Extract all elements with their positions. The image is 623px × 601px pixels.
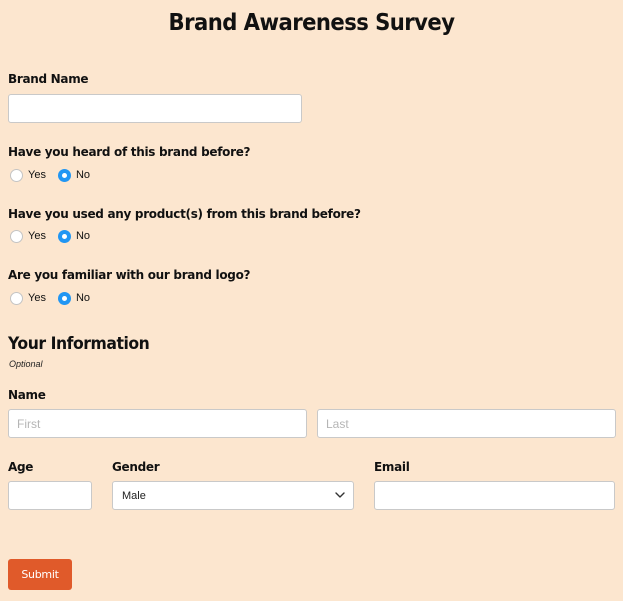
radio-unchecked-icon[interactable] bbox=[10, 291, 23, 305]
radio-label: Yes bbox=[28, 292, 46, 304]
survey-page: Brand Awareness Survey Brand Name Have y… bbox=[0, 0, 623, 601]
question-heard-label: Have you heard of this brand before? bbox=[8, 145, 251, 159]
age-input[interactable] bbox=[8, 481, 92, 510]
question-logo-label: Are you familiar with our brand logo? bbox=[8, 268, 251, 282]
chevron-down-icon bbox=[335, 492, 345, 498]
radio-label: Yes bbox=[28, 169, 46, 181]
first-name-input[interactable] bbox=[8, 409, 307, 438]
radio-unchecked-icon[interactable] bbox=[10, 229, 23, 243]
gender-select[interactable]: Male bbox=[112, 481, 354, 510]
question-used-label: Have you used any product(s) from this b… bbox=[8, 207, 361, 221]
email-input[interactable] bbox=[374, 481, 615, 510]
radio-logo-yes[interactable]: Yes bbox=[10, 291, 46, 305]
question-heard-options: Yes No bbox=[10, 168, 102, 182]
gender-label: Gender bbox=[112, 460, 160, 474]
radio-checked-icon[interactable] bbox=[57, 168, 71, 182]
radio-checked-icon[interactable] bbox=[57, 291, 71, 305]
question-used-options: Yes No bbox=[10, 229, 102, 243]
radio-label: No bbox=[75, 230, 91, 242]
radio-used-yes[interactable]: Yes bbox=[10, 229, 46, 243]
submit-button[interactable]: Submit bbox=[8, 559, 72, 590]
radio-label: No bbox=[75, 292, 91, 304]
section-title-your-information: Your Information bbox=[8, 334, 150, 354]
name-label: Name bbox=[8, 388, 46, 402]
brand-name-input[interactable] bbox=[8, 94, 302, 123]
page-title: Brand Awareness Survey bbox=[168, 10, 455, 36]
last-name-input[interactable] bbox=[317, 409, 616, 438]
radio-label: No bbox=[75, 169, 91, 181]
radio-logo-no[interactable]: No bbox=[57, 291, 91, 305]
gender-selected-value: Male bbox=[122, 489, 146, 502]
question-logo-options: Yes No bbox=[10, 291, 102, 305]
radio-label: Yes bbox=[28, 230, 46, 242]
age-label: Age bbox=[8, 460, 34, 474]
radio-used-no[interactable]: No bbox=[57, 229, 91, 243]
brand-name-label: Brand Name bbox=[8, 72, 89, 86]
email-label: Email bbox=[374, 460, 410, 474]
radio-heard-yes[interactable]: Yes bbox=[10, 168, 46, 182]
section-subtitle-optional: Optional bbox=[9, 359, 43, 369]
radio-checked-icon[interactable] bbox=[57, 229, 71, 243]
radio-unchecked-icon[interactable] bbox=[10, 168, 23, 182]
radio-heard-no[interactable]: No bbox=[57, 168, 91, 182]
